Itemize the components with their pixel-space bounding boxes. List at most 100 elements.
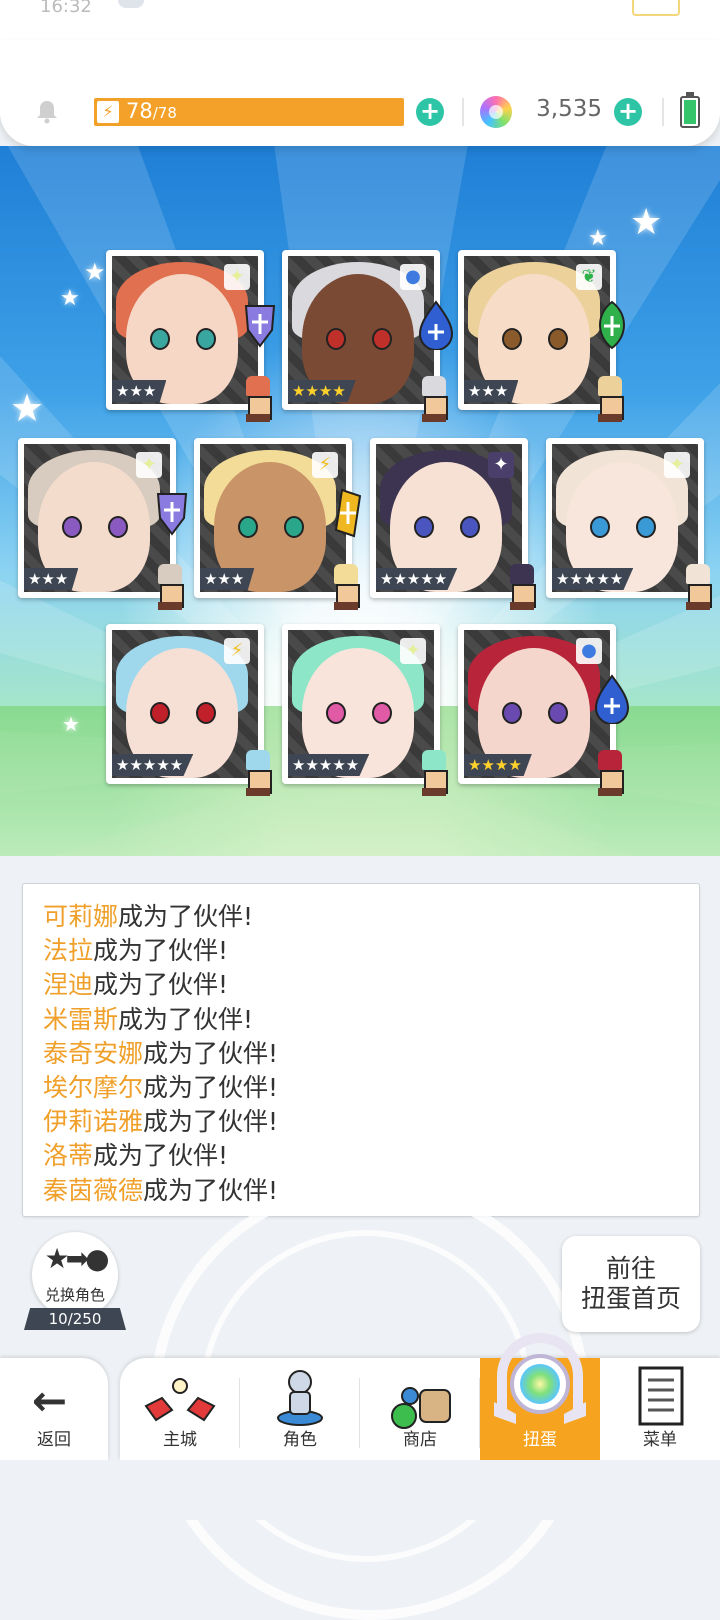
sprite-hair [246,376,270,396]
town-icon [144,1378,216,1422]
element-light-icon: ✦ [224,264,250,290]
hero-eye [108,516,128,538]
log-line: 泰奇安娜成为了伙伴! [43,1037,683,1071]
hero-sprite-icon [416,750,452,796]
energy-value: 78/78 [126,99,177,123]
element-basic-icon: ⚡ [224,638,250,664]
exchange-count: 10/250 [24,1308,126,1330]
add-gems-button[interactable]: + [614,98,642,126]
log-text: 成为了伙伴! [118,1004,254,1034]
tab-hero-label: 角色 [283,1430,317,1450]
hero-card[interactable]: ✦ ★★★★★ [546,438,712,610]
hero-eye [150,328,170,350]
hero-portrait: ✦ ★★★★★ [376,444,522,592]
log-text: 成为了伙伴! [93,1141,229,1171]
crystal-icon [334,488,362,538]
goto-label-line1: 前往 [605,1254,656,1283]
hero-portrait: ⚡ ★★★★★ [112,630,258,778]
hero-eye [548,328,568,350]
element-earth-icon: ❦ [576,264,602,290]
hero-card[interactable]: ● ★★★★ [458,624,630,796]
tab-town[interactable]: 主城 [120,1358,240,1460]
log-text: 成为了伙伴! [93,936,229,966]
tab-hero[interactable]: 角色 [240,1358,360,1460]
sprite-feet [246,414,270,422]
gem-icon [480,96,512,128]
hero-card[interactable]: ✦ ★★★★★ [282,624,448,796]
hero-eye [196,702,216,724]
hero-portrait: ✦ ★★★ [112,256,258,404]
droplet-icon [418,300,454,350]
back-button[interactable]: ← 返回 [0,1358,108,1460]
element-light-icon: ✦ [136,452,162,478]
sprite-hair [246,750,270,770]
sprite-feet [598,788,622,796]
hero-card[interactable]: ✦ ★★★ [106,250,276,422]
log-line: 伊莉诺雅成为了伙伴! [43,1105,683,1139]
status-bar: 16:32 [0,0,720,40]
sprite-feet [158,602,182,610]
sparkle-icon: ★ [630,202,663,243]
element-water-icon: ● [576,638,602,664]
hero-card[interactable]: ● ★★★★ [282,250,454,422]
energy-bolt-icon: ⚡ [97,101,119,123]
result-log-list: 可莉娜成为了伙伴! 法拉成为了伙伴! 涅迪成为了伙伴! 米雷斯成为了伙伴! 泰奇安娜成为… [43,900,683,1212]
log-line: 埃尔摩尔成为了伙伴! [43,1071,683,1105]
shield-icon [244,305,276,348]
hero-eye [238,516,258,538]
hero-eye [372,328,392,350]
result-log[interactable]: 可莉娜成为了伙伴! 法拉成为了伙伴! 涅迪成为了伙伴! 米雷斯成为了伙伴! 泰奇安娜成为… [22,883,700,1217]
hero-portrait: ● ★★★★ [464,630,610,778]
sprite-feet [334,602,358,610]
log-line: 可莉娜成为了伙伴! [43,900,683,934]
hero-sprite-icon [592,750,628,796]
tab-menu-label: 菜单 [643,1430,677,1450]
droplet-icon [594,674,630,724]
hero-name: 泰奇安娜 [43,1038,144,1068]
sparkle-icon: ★ [10,386,45,430]
hero-card[interactable]: ❦ ★★★ [458,250,625,422]
exchange-icon: ★➡● [44,1242,110,1275]
tab-gacha[interactable]: 扭蛋 [480,1333,600,1460]
sprite-feet [686,602,710,610]
energy-bar: ⚡ 78/78 [94,98,404,126]
sprite-hair [422,376,446,396]
hero-eye [502,328,522,350]
hero-card[interactable]: ✦ ★★★★★ [370,438,536,610]
sprite-hair [598,750,622,770]
star-rating: ★★★ [24,568,79,590]
sprite-feet [246,788,270,796]
sprite-hair [686,564,710,584]
sprite-feet [510,602,534,610]
log-text: 成为了伙伴! [143,1175,279,1205]
hero-portrait: ✦ ★★★★★ [288,630,434,778]
goto-gacha-home-button[interactable]: 前往 扭蛋首页 [562,1236,700,1332]
hero-eye [196,328,216,350]
tab-town-label: 主城 [163,1430,197,1450]
resource-bar: ⚡ 78/78 + 3,535 + [0,40,720,146]
add-energy-button[interactable]: + [416,98,444,126]
hero-card[interactable]: ✦ ★★★ [18,438,188,610]
hero-portrait: ✦ ★★★★★ [552,444,698,592]
gacha-icon [494,1333,586,1424]
exchange-hero-button[interactable]: ★➡● 兑换角色 10/250 [24,1232,126,1330]
shop-icon [391,1387,451,1429]
star-rating: ★★★★ [464,754,532,776]
hero-eye [326,328,346,350]
hero-sprite-icon [152,564,188,610]
menu-icon [638,1366,684,1426]
log-text: 成为了伙伴! [118,902,254,931]
star-rating: ★★★ [112,380,167,402]
tab-menu[interactable]: 菜单 [600,1358,720,1460]
sparkle-icon: ★ [84,258,106,286]
log-line: 法拉成为了伙伴! [43,934,683,968]
hero-card[interactable]: ⚡ ★★★ [194,438,362,610]
hero-eye [62,516,82,538]
tab-shop[interactable]: 商店 [360,1358,480,1460]
hero-sprite-icon [240,376,276,422]
hero-card[interactable]: ⚡ ★★★★★ [106,624,272,796]
star-rating: ★★★ [200,568,255,590]
divider [462,98,464,126]
back-label: 返回 [37,1430,71,1450]
bell-icon[interactable] [34,98,60,124]
